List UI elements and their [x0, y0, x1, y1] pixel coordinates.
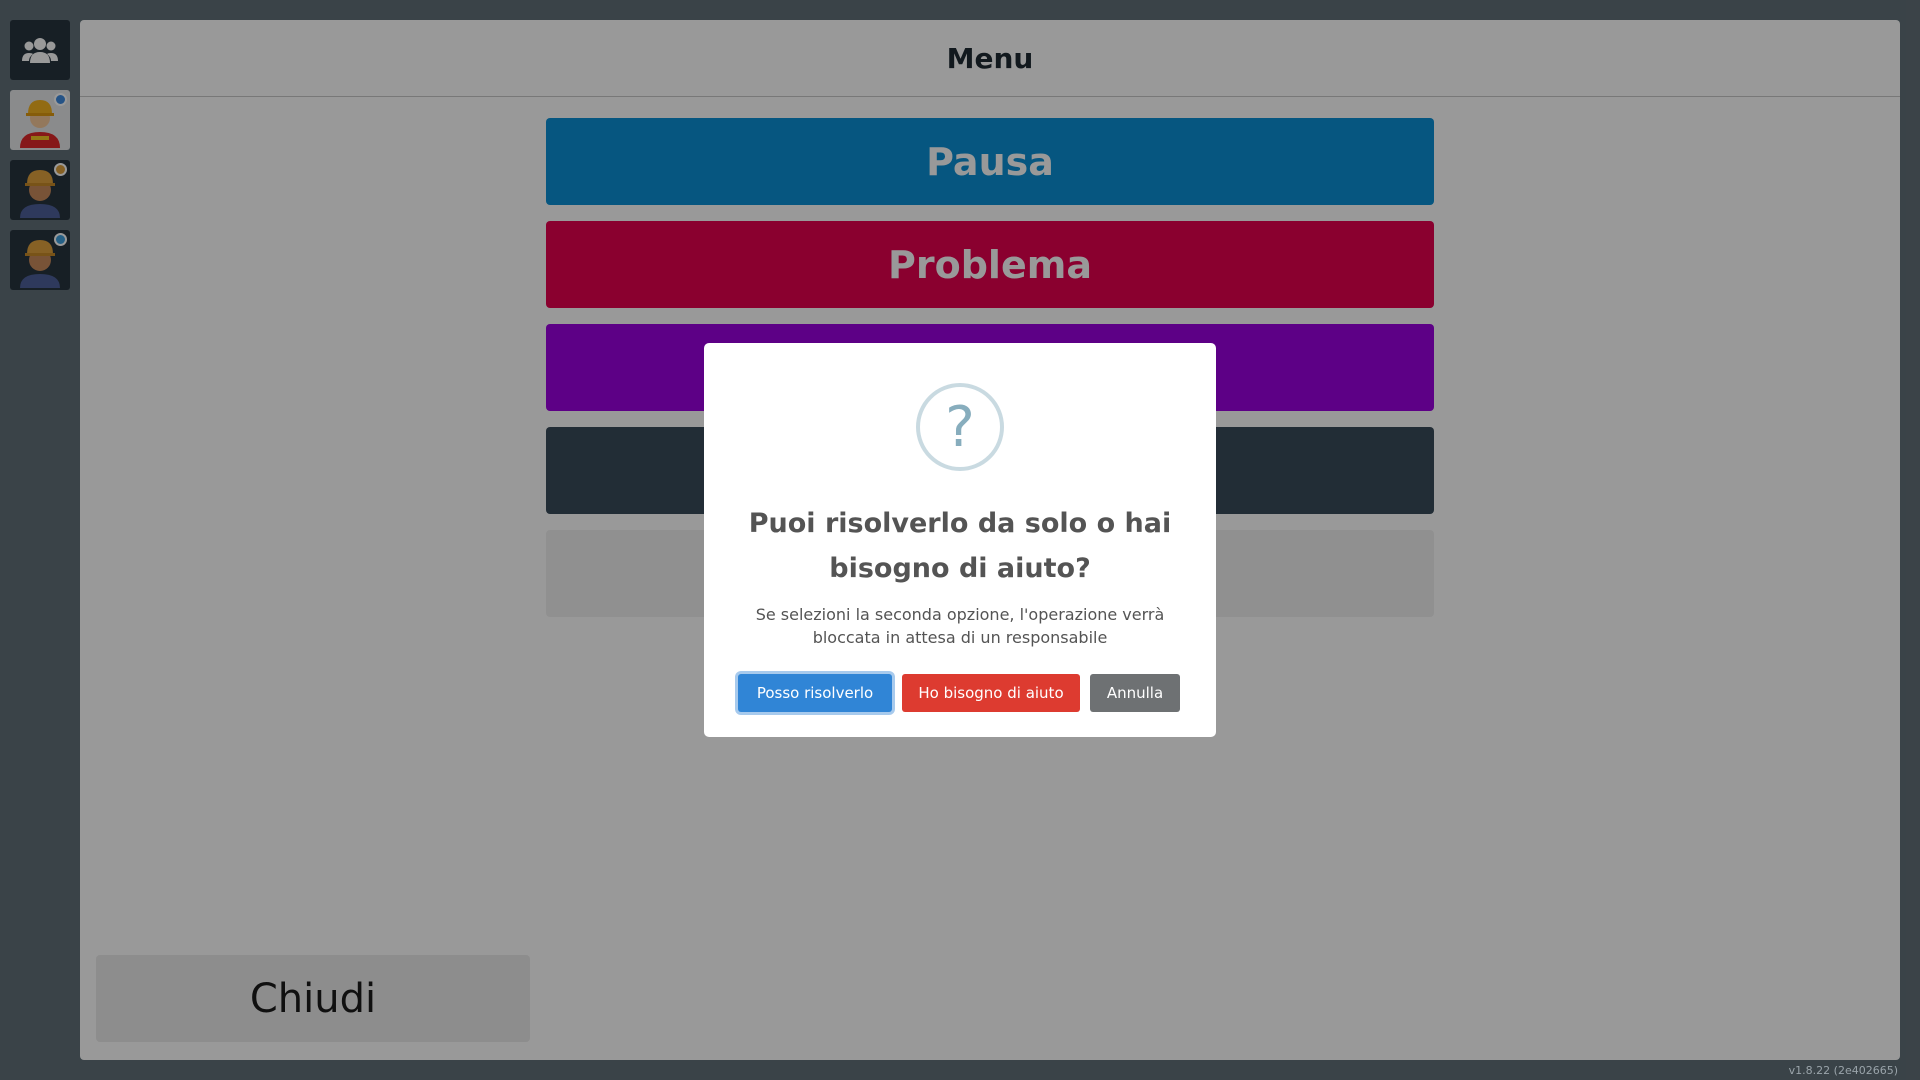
need-help-button[interactable]: Ho bisogno di aiuto — [902, 674, 1080, 712]
dialog-title: Puoi risolverlo da solo o hai bisogno di… — [748, 508, 1172, 584]
version-label: v1.8.22 (2e402665) — [1788, 1064, 1898, 1077]
confirm-dialog: ? Puoi risolverlo da solo o hai bisogno … — [704, 343, 1216, 737]
question-icon: ? — [916, 383, 1004, 471]
cancel-button[interactable]: Annulla — [1090, 674, 1180, 712]
solve-myself-button[interactable]: Posso risolverlo — [738, 674, 892, 712]
dialog-text: Se selezioni la seconda opzione, l'opera… — [755, 605, 1165, 647]
